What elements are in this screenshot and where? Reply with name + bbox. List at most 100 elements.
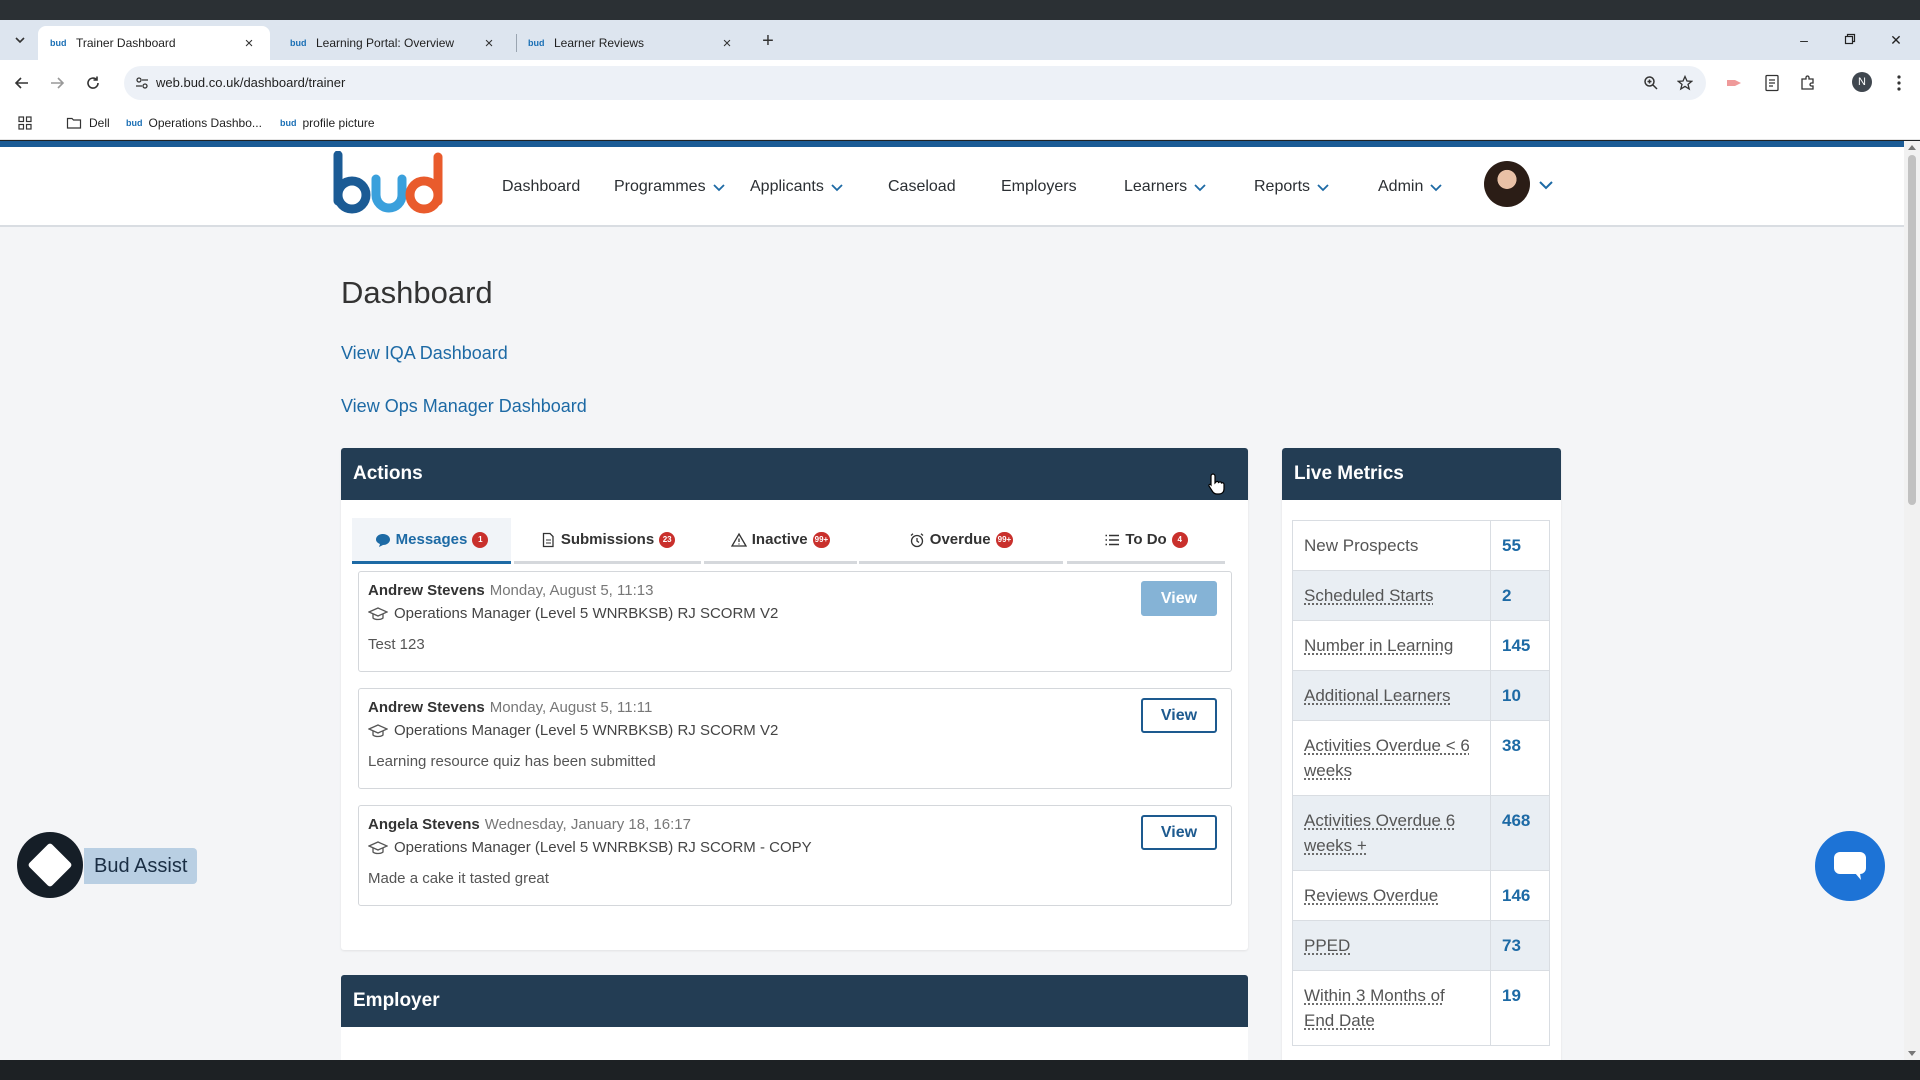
bookmark-star-icon[interactable] [1676, 74, 1694, 92]
chat-button[interactable] [1815, 831, 1885, 901]
browser-menu-icon[interactable] [1888, 72, 1910, 94]
bookmarks-bar: Dell bud Operations Dashbo... bud profil… [0, 106, 1920, 140]
metric-label[interactable]: PPED [1292, 920, 1491, 971]
tab-trainer-dashboard[interactable]: bud Trainer Dashboard × [38, 26, 270, 60]
view-message-button[interactable]: View [1141, 581, 1217, 616]
count-badge: 99+ [995, 531, 1014, 548]
metric-value[interactable]: 2 [1490, 570, 1550, 621]
metric-label[interactable]: Number in Learning [1292, 620, 1491, 671]
nav-label: Applicants [750, 178, 824, 195]
restore-button[interactable] [1838, 30, 1862, 50]
apps-grid-icon[interactable] [18, 106, 32, 140]
view-iqa-dashboard-link[interactable]: View IQA Dashboard [341, 343, 508, 364]
view-message-button[interactable]: View [1141, 698, 1217, 733]
metric-value[interactable]: 73 [1490, 920, 1550, 971]
scrollbar-thumb[interactable] [1908, 155, 1916, 505]
message-sender[interactable]: Andrew Stevens [368, 699, 485, 716]
tab-submissions[interactable]: Submissions 23 [514, 518, 701, 564]
extensions-puzzle-icon[interactable] [1797, 72, 1819, 94]
tab-messages[interactable]: Messages 1 [352, 518, 511, 564]
back-button[interactable] [10, 71, 34, 95]
tab-learning-portal[interactable]: bud Learning Portal: Overview × [278, 26, 510, 60]
message-date: Wednesday, January 18, 16:17 [484, 816, 691, 833]
metric-label[interactable]: Additional Learners [1292, 670, 1491, 721]
message-header: Andrew Stevens Monday, August 5, 11:13 [368, 582, 653, 599]
nav-programmes[interactable]: Programmes [614, 175, 726, 199]
nav-reports[interactable]: Reports [1254, 175, 1330, 199]
metric-value[interactable]: 55 [1490, 520, 1550, 571]
nav-caseload[interactable]: Caseload [888, 175, 956, 199]
address-bar[interactable]: web.bud.co.uk/dashboard/trainer [124, 66, 1706, 100]
bookmark-operations-dashboard[interactable]: bud Operations Dashbo... [126, 106, 262, 140]
document-icon [542, 532, 554, 547]
scroll-down-arrow-icon[interactable] [1908, 1051, 1916, 1056]
bookmark-dell[interactable]: Dell [66, 106, 110, 140]
minimize-button[interactable]: – [1792, 30, 1816, 50]
bud-logo[interactable] [330, 151, 452, 215]
reading-list-icon[interactable] [1761, 72, 1783, 94]
nav-dashboard[interactable]: Dashboard [502, 175, 580, 199]
view-ops-manager-dashboard-link[interactable]: View Ops Manager Dashboard [341, 396, 587, 417]
metric-value[interactable]: 19 [1490, 970, 1550, 1046]
chevron-down-icon [1317, 184, 1329, 192]
metric-label: New Prospects [1292, 520, 1491, 571]
message-sender[interactable]: Andrew Stevens [368, 582, 485, 599]
app-header: Dashboard Programmes Applicants Caseload… [0, 141, 1904, 227]
forward-button[interactable] [45, 71, 69, 95]
tab-learner-reviews[interactable]: bud Learner Reviews × [516, 26, 748, 60]
page-title: Dashboard [341, 275, 493, 310]
metric-row: New Prospects 55 [1292, 520, 1550, 571]
list-icon [1105, 534, 1120, 545]
nav-learners[interactable]: Learners [1124, 175, 1207, 199]
close-icon[interactable]: × [240, 34, 258, 52]
message-body: Learning resource quiz has been submitte… [368, 753, 656, 770]
metric-label[interactable]: Scheduled Starts [1292, 570, 1491, 621]
metric-label[interactable]: Activities Overdue 6 weeks + [1292, 795, 1491, 871]
metric-value[interactable]: 468 [1490, 795, 1550, 871]
bud-assist-label[interactable]: Bud Assist [84, 848, 198, 884]
bud-favicon-icon: bud [50, 38, 67, 48]
arrow-left-icon [14, 77, 28, 89]
metric-value[interactable]: 38 [1490, 720, 1550, 796]
message-header: Angela Stevens Wednesday, January 18, 16:… [368, 816, 691, 833]
metric-label[interactable]: Reviews Overdue [1292, 870, 1491, 921]
chat-bubble-icon [1834, 852, 1866, 880]
extension-share-icon[interactable] [1723, 72, 1745, 94]
chevron-down-icon [1430, 184, 1442, 192]
view-message-button[interactable]: View [1141, 815, 1217, 850]
url-text: web.bud.co.uk/dashboard/trainer [156, 75, 346, 90]
page-scrollbar[interactable] [1904, 141, 1920, 1060]
metric-value[interactable]: 10 [1490, 670, 1550, 721]
metric-row: Number in Learning 145 [1292, 620, 1550, 671]
metric-label[interactable]: Activities Overdue < 6 weeks [1292, 720, 1491, 796]
graduation-cap-icon [368, 723, 388, 737]
avatar[interactable] [1484, 161, 1530, 207]
new-tab-button[interactable]: + [756, 30, 780, 54]
message-sender[interactable]: Angela Stevens [368, 816, 480, 833]
reload-button[interactable] [81, 71, 105, 95]
tab-title: Trainer Dashboard [76, 36, 176, 50]
close-icon[interactable]: × [480, 34, 498, 52]
metric-label[interactable]: Within 3 Months of End Date [1292, 970, 1491, 1046]
tab-to-do[interactable]: To Do 4 [1067, 518, 1225, 564]
nav-applicants[interactable]: Applicants [750, 175, 844, 199]
nav-admin[interactable]: Admin [1378, 175, 1443, 199]
metric-value[interactable]: 146 [1490, 870, 1550, 921]
scroll-up-arrow-icon[interactable] [1908, 145, 1916, 150]
graduation-cap-icon [368, 840, 388, 854]
metric-value[interactable]: 145 [1490, 620, 1550, 671]
nav-employers[interactable]: Employers [1001, 175, 1077, 199]
close-window-button[interactable]: ✕ [1884, 30, 1908, 50]
live-metrics-panel: Live Metrics New Prospects 55 Scheduled S… [1282, 448, 1561, 1060]
browser-profile-button[interactable]: N [1852, 72, 1872, 92]
chevron-down-icon[interactable] [1538, 177, 1554, 193]
site-settings-icon[interactable] [134, 75, 150, 91]
close-icon[interactable]: × [718, 34, 736, 52]
tab-label: Overdue [929, 531, 991, 548]
tab-overdue[interactable]: Overdue 99+ [859, 518, 1063, 564]
nav-label: Reports [1254, 178, 1311, 195]
bookmark-profile-picture[interactable]: bud profile picture [280, 106, 375, 140]
tab-search-button[interactable] [8, 28, 32, 52]
tab-inactive[interactable]: Inactive 99+ [704, 518, 857, 564]
zoom-icon[interactable] [1642, 74, 1660, 92]
